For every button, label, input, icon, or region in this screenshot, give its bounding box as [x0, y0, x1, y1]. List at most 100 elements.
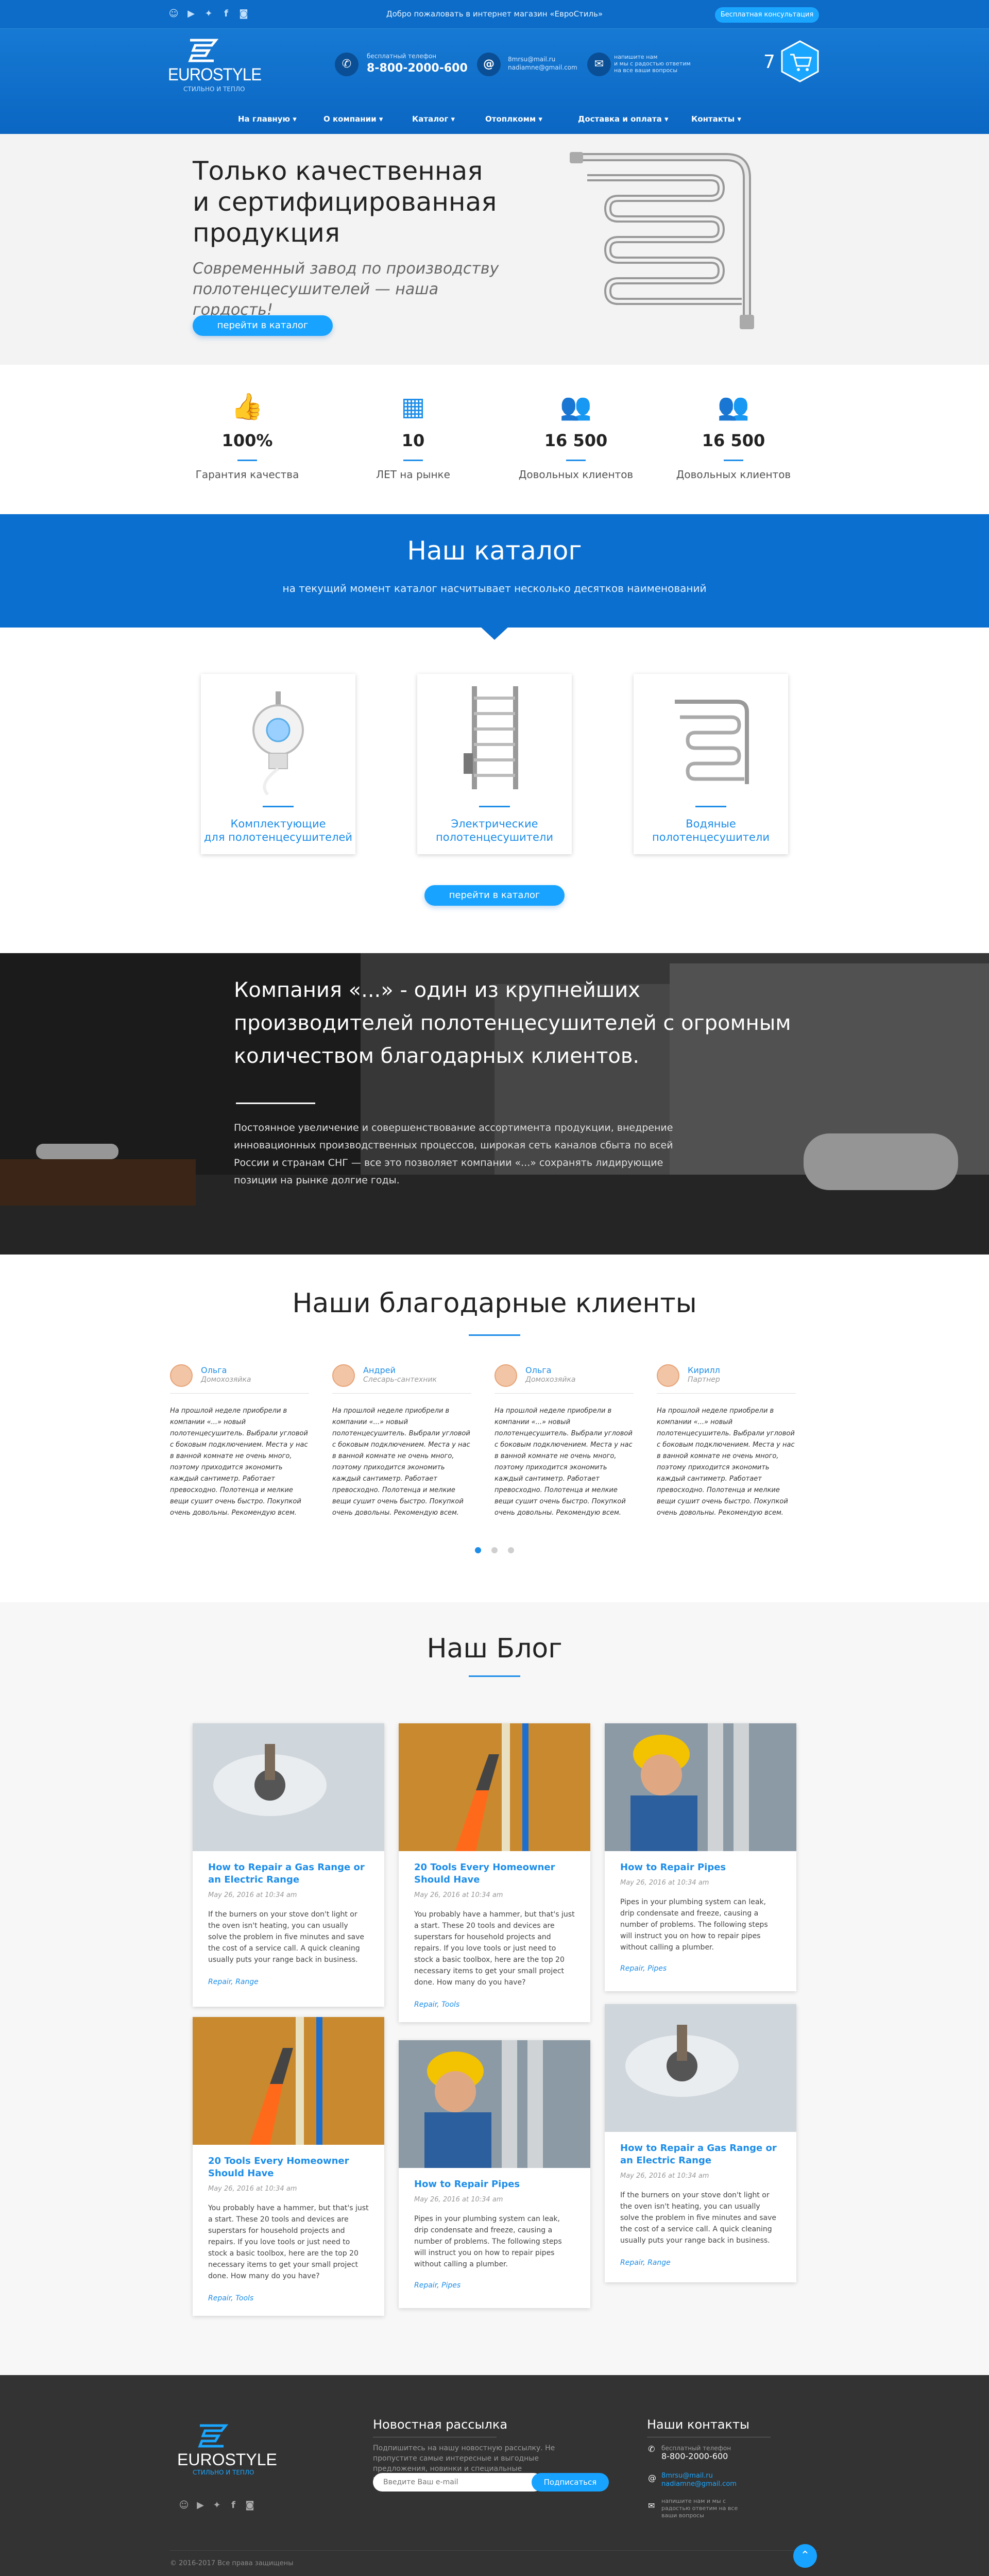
slider-dot[interactable]	[491, 1547, 498, 1553]
blog-post[interactable]: 20 Tools Every Homeowner Should Have May…	[399, 1723, 590, 2022]
post-body: Pipes in your plumbing system can leak, …	[620, 1898, 768, 1952]
stat-divider	[403, 460, 423, 461]
card-divider	[479, 806, 510, 807]
post-date: May 26, 2016 at 10:34 am	[208, 2185, 297, 2193]
post-body: If the burners on your stove don't light…	[620, 2191, 776, 2245]
footer-phone[interactable]: 8-800-2000-600	[661, 2451, 728, 2462]
stat-label: Довольных клиентов	[676, 468, 791, 481]
banner-text: Постоянное увеличение и совершенствовани…	[234, 1122, 673, 1186]
nav-item-contacts[interactable]: Контакты ▾	[691, 114, 741, 124]
review-text: На прошлой неделе приобрели в компании «…	[332, 1407, 470, 1517]
stat-years: ▦ 10 ЛЕТ на рынке	[336, 392, 490, 481]
reviews-underline	[469, 1334, 520, 1336]
post-tags[interactable]: Repair, Range	[620, 2259, 671, 2267]
odnoklassniki-icon[interactable]: ☺	[178, 2500, 190, 2511]
phone-number[interactable]: 8-800-2000-600	[367, 62, 468, 75]
slider-dot[interactable]	[508, 1547, 514, 1553]
stat-value: 16 500	[544, 431, 608, 450]
avatar	[170, 1364, 193, 1387]
logo-name: EUROSTYLE	[168, 65, 262, 84]
logo[interactable]: EUROSTYLE СТИЛЬНО И ТЕПЛО	[168, 36, 262, 93]
free-consultation-button[interactable]: Бесплатная консультация	[715, 7, 819, 23]
post-date: May 26, 2016 at 10:34 am	[620, 1879, 709, 1887]
nav-item-delivery[interactable]: Доставка и оплата ▾	[578, 114, 668, 124]
email-2[interactable]: nadiamne@gmail.com	[508, 64, 577, 72]
footer-logo-name: EUROSTYLE	[177, 2450, 277, 2469]
cart-button[interactable]	[780, 40, 820, 82]
blog-post[interactable]: 20 Tools Every Homeowner Should Have May…	[193, 2017, 384, 2316]
hero-title: Только качественная и сертифицированная …	[193, 156, 533, 248]
cart-icon	[781, 40, 819, 82]
cart-count: 7	[763, 52, 775, 73]
post-title[interactable]: 20 Tools Every Homeowner Should Have	[414, 1861, 575, 1886]
catalog-card-electric[interactable]: Электрические полотенцесушители	[417, 674, 572, 854]
blog-underline	[469, 1675, 520, 1677]
blog-post[interactable]: How to Repair a Gas Range or an Electric…	[193, 1723, 384, 2007]
post-body: Pipes in your plumbing system can leak, …	[414, 2215, 562, 2268]
reviewer-role: Домохозяйка	[525, 1376, 576, 1384]
nav-label: Доставка и оплата	[578, 114, 662, 124]
card-title: Электрические полотенцесушители	[417, 817, 572, 844]
youtube-icon[interactable]: ▶	[195, 2500, 206, 2511]
twitter-icon[interactable]: ✦	[211, 2500, 223, 2511]
catalog-button[interactable]: перейти в каталог	[424, 885, 565, 906]
hero-catalog-button[interactable]: перейти в каталог	[193, 315, 333, 336]
post-title[interactable]: 20 Tools Every Homeowner Should Have	[208, 2155, 369, 2180]
banner-title: Компания «...» - один из крупнейших прои…	[234, 978, 791, 1068]
reviewer-role: Партнер	[688, 1376, 720, 1384]
nav-item-catalog[interactable]: Каталог ▾	[412, 114, 455, 124]
card-divider	[695, 806, 726, 807]
avatar	[657, 1364, 679, 1387]
reviewer-role: Слесарь-сантехник	[363, 1376, 437, 1384]
blog-post[interactable]: How to Repair Pipes May 26, 2016 at 10:3…	[399, 2040, 590, 2308]
reviewer-name: Кирилл	[688, 1365, 720, 1375]
stat-value: 10	[401, 431, 425, 450]
hero-subtitle: Современный завод по производству полоте…	[193, 260, 499, 319]
review-divider	[332, 1393, 471, 1394]
blog-post[interactable]: How to Repair a Gas Range or an Electric…	[605, 2004, 796, 2282]
stat-clients: 👥 16 500 Довольных клиентов	[499, 392, 653, 481]
nav-item-about[interactable]: О компании ▾	[323, 114, 383, 124]
post-tags[interactable]: Repair, Pipes	[414, 2281, 461, 2290]
reviews-title: Наши благодарные клиенты	[292, 1288, 697, 1319]
card-title: Комплектующие для полотенцесушителей	[201, 817, 355, 844]
logo-tagline: СТИЛЬНО И ТЕПЛО	[183, 86, 245, 93]
reviewer-name: Ольга	[525, 1365, 552, 1375]
email-1[interactable]: 8mrsu@mail.ru	[508, 56, 555, 63]
post-body: You probably have a hammer, but that's j…	[414, 1910, 575, 1987]
scroll-to-top-button[interactable]: ⌃	[793, 2544, 817, 2568]
post-tags[interactable]: Repair, Pipes	[620, 1964, 667, 1973]
slider-dot-active[interactable]	[475, 1547, 481, 1553]
footer-email-2[interactable]: nadiamne@gmail.com	[661, 2479, 737, 2489]
post-title[interactable]: How to Repair Pipes	[414, 2178, 575, 2191]
catalog-arrow	[479, 625, 510, 640]
post-title[interactable]: How to Repair a Gas Range or an Electric…	[208, 1861, 369, 1886]
post-title[interactable]: How to Repair a Gas Range or an Electric…	[620, 2142, 781, 2167]
nav-item-heating[interactable]: Отоплкомм ▾	[485, 114, 542, 124]
nav-label: Каталог	[412, 114, 449, 124]
phone-icon: ✆	[648, 2444, 655, 2454]
post-tags[interactable]: Repair, Range	[208, 1978, 259, 1986]
write-line-2: и мы с радостью ответим	[614, 60, 691, 67]
footer-logo[interactable]: EUROSTYLE СТИЛЬНО И ТЕПЛО	[175, 2421, 277, 2478]
water-dryer-image	[675, 700, 749, 784]
newsletter-email-input[interactable]	[373, 2473, 543, 2492]
post-tags[interactable]: Repair, Tools	[414, 2001, 459, 2009]
mail-icon: ✉	[587, 53, 611, 76]
write-line-3: на все ваши вопросы	[614, 67, 678, 74]
facebook-icon[interactable]: f	[228, 2500, 239, 2511]
nav-label: О компании	[323, 114, 377, 124]
instagram-icon[interactable]: ◙	[244, 2500, 255, 2511]
gas-range-image	[605, 2004, 796, 2132]
nav-item-home[interactable]: На главную ▾	[238, 114, 297, 124]
catalog-card-accessories[interactable]: Комплектующие для полотенцесушителей	[201, 674, 355, 854]
subscribe-button[interactable]: Подписаться	[532, 2473, 609, 2492]
post-title[interactable]: How to Repair Pipes	[620, 1861, 781, 1874]
catalog-card-water[interactable]: Водяные полотенцесушители	[634, 674, 788, 854]
stat-value: 100%	[221, 431, 273, 450]
thumbs-up-icon: 👍	[231, 392, 264, 421]
write-us: напишите нам и мы с радостью ответим на …	[614, 54, 691, 74]
post-date: May 26, 2016 at 10:34 am	[414, 2196, 503, 2204]
post-tags[interactable]: Repair, Tools	[208, 2294, 253, 2302]
blog-post[interactable]: How to Repair Pipes May 26, 2016 at 10:3…	[605, 1723, 796, 1991]
